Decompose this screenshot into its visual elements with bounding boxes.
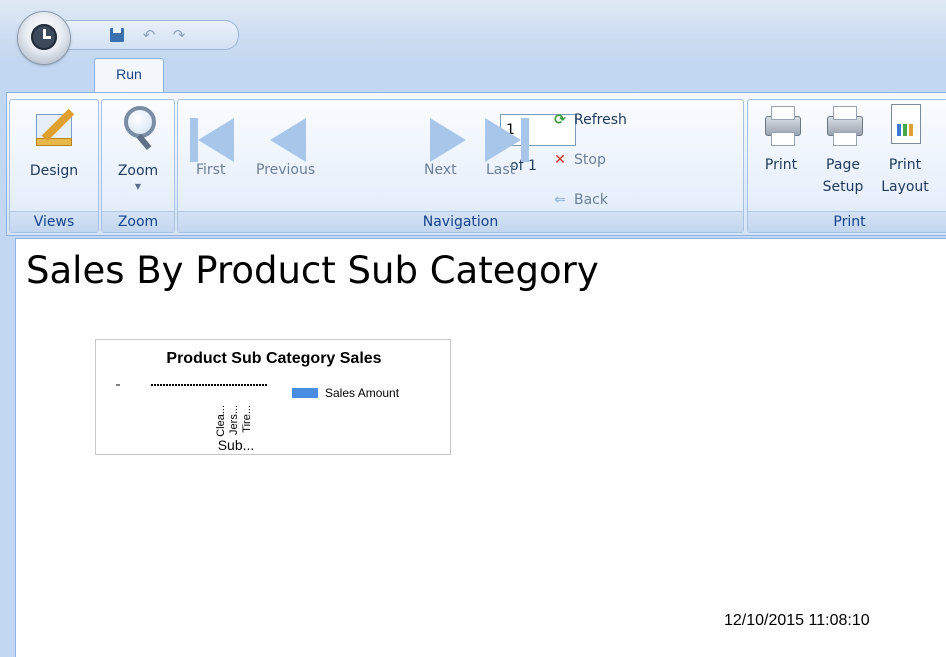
- chart-svg: Product Sub Category Sales Clea... Jers..…: [116, 350, 400, 453]
- chart: Product Sub Category Sales Clea... Jers..…: [95, 339, 451, 455]
- first-label: First: [196, 162, 226, 178]
- page-setup-button[interactable]: Page Setup: [814, 102, 872, 198]
- back-icon: ⇐: [554, 192, 566, 208]
- previous-icon: [270, 118, 306, 162]
- page-setup-label-1: Page: [826, 157, 860, 173]
- last-button[interactable]: [483, 118, 533, 162]
- tab-run[interactable]: Run: [94, 58, 164, 92]
- last-label: Last: [486, 162, 516, 178]
- zoom-group: Zoom ▼ Zoom: [101, 99, 175, 233]
- navigation-group-label: Navigation: [178, 211, 743, 232]
- next-label: Next: [424, 162, 457, 178]
- stop-label: Stop: [574, 152, 606, 168]
- legend-swatch: [292, 388, 318, 398]
- previous-button[interactable]: [258, 118, 308, 162]
- clock-icon: [31, 24, 57, 50]
- design-button[interactable]: Design: [16, 104, 92, 182]
- print-label: Print: [764, 157, 798, 173]
- report-timestamp: 12/10/2015 11:08:10: [724, 612, 870, 629]
- ribbon: Design Views Zoom ▼ Zoom First Previous …: [6, 92, 946, 236]
- zoom-label: Zoom: [117, 163, 159, 179]
- zoom-group-label: Zoom: [102, 211, 174, 232]
- x-tick-label: Clea...: [215, 405, 227, 437]
- views-group: Design Views: [9, 99, 99, 233]
- quick-access-toolbar: ↶ ↷: [66, 20, 239, 50]
- print-layout-button[interactable]: Print Layout: [876, 102, 934, 198]
- next-icon: [430, 118, 466, 162]
- print-layout-label-2: Layout: [881, 179, 929, 195]
- zoom-icon: [116, 104, 160, 148]
- navigation-group: First Previous of 1 Next Last ⟳Refresh ✕…: [177, 99, 744, 233]
- report-title: Sales By Product Sub Category: [26, 249, 599, 292]
- design-label: Design: [29, 163, 79, 179]
- save-icon[interactable]: [108, 26, 126, 44]
- print-group: Print Page Setup Print Layout Print: [747, 99, 946, 233]
- undo-icon[interactable]: ↶: [140, 26, 158, 44]
- views-group-label: Views: [10, 211, 98, 232]
- refresh-button[interactable]: ⟳ Refresh: [550, 110, 627, 130]
- next-button[interactable]: [428, 118, 478, 162]
- stop-button[interactable]: ✕ Stop: [550, 150, 606, 170]
- x-tick-label: Jers...: [228, 405, 240, 435]
- print-button[interactable]: Print: [754, 102, 808, 176]
- page-setup-icon: [821, 102, 865, 146]
- page-setup-label-2: Setup: [822, 179, 864, 195]
- print-layout-icon: [883, 102, 927, 146]
- x-tick-label: Tire...: [241, 405, 253, 433]
- back-button[interactable]: ⇐ Back: [550, 190, 608, 210]
- refresh-label: Refresh: [574, 112, 627, 128]
- redo-icon[interactable]: ↷: [170, 26, 188, 44]
- zoom-button[interactable]: Zoom ▼: [106, 104, 170, 192]
- back-label: Back: [574, 192, 608, 208]
- chart-title: Product Sub Category Sales: [166, 350, 381, 367]
- chevron-down-icon: ▼: [134, 182, 142, 191]
- application-button[interactable]: [18, 12, 70, 64]
- design-icon: [32, 104, 76, 148]
- stop-icon: ✕: [554, 152, 566, 168]
- print-layout-label-1: Print: [888, 157, 922, 173]
- print-icon: [759, 102, 803, 146]
- refresh-icon: ⟳: [554, 112, 566, 128]
- first-button[interactable]: [188, 118, 238, 162]
- print-group-label: Print: [748, 211, 946, 232]
- previous-label: Previous: [256, 162, 316, 178]
- x-axis-label: Sub...: [218, 437, 255, 453]
- report-viewer: Sales By Product Sub Category Product Su…: [15, 238, 946, 657]
- title-bar: ↶ ↷: [0, 0, 946, 64]
- legend-label: Sales Amount: [325, 386, 400, 400]
